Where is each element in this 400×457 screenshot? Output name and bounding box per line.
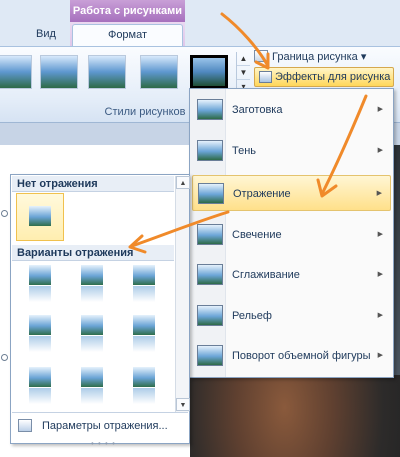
- menu-item-glow[interactable]: Свечение ▶: [192, 217, 391, 253]
- menu-item-label: Заготовка: [232, 104, 283, 116]
- menu-item-shadow[interactable]: Тень ▶: [192, 133, 391, 169]
- menu-item-bevel[interactable]: Рельеф ▶: [192, 298, 391, 334]
- preset-icon: [197, 99, 223, 120]
- chevron-down-icon: ▾: [360, 51, 367, 63]
- picture-border-label: Граница рисунка: [272, 51, 358, 63]
- 3d-rotation-icon: [197, 345, 223, 366]
- reflection-variant-thumb[interactable]: [133, 367, 155, 404]
- reflection-submenu: Нет отражения Варианты отражения ▲ ▼ Пар…: [10, 174, 190, 448]
- no-reflection-option[interactable]: [16, 193, 64, 241]
- picture-style-thumb[interactable]: [0, 55, 32, 89]
- reflection-variant-thumb[interactable]: [29, 367, 51, 404]
- ribbon-tab-bar: [0, 0, 400, 46]
- submenu-arrow-icon: ▶: [377, 312, 383, 319]
- menu-item-soft-edges[interactable]: Сглаживание ▶: [192, 257, 391, 293]
- reflection-variant-thumb[interactable]: [81, 265, 103, 302]
- picture-effects-label: Эффекты для рисунка: [275, 71, 391, 83]
- reflection-options-item[interactable]: Параметры отражения...: [12, 412, 188, 438]
- context-group-picture-tools: Работа с рисунками: [70, 0, 185, 22]
- submenu-arrow-icon: ▶: [377, 352, 383, 359]
- reflection-variant-thumb[interactable]: [81, 367, 103, 404]
- submenu-arrow-icon: ▶: [377, 271, 383, 278]
- section-header-reflection-variants: Варианты отражения: [12, 245, 174, 261]
- tab-view[interactable]: Вид: [36, 24, 56, 44]
- scroll-up-icon[interactable]: ▲: [176, 176, 190, 189]
- soft-edges-icon: [197, 264, 223, 285]
- reflection-variant-thumb[interactable]: [81, 315, 103, 352]
- glow-icon: [197, 224, 223, 245]
- menu-item-label: Поворот объемной фигуры: [232, 350, 371, 362]
- menu-item-label: Сглаживание: [232, 269, 300, 281]
- submenu-scrollbar[interactable]: ▲ ▼: [175, 176, 190, 412]
- menu-item-label: Рельеф: [232, 310, 272, 322]
- submenu-arrow-icon: ▶: [377, 106, 383, 113]
- picture-style-thumb[interactable]: [40, 55, 78, 89]
- menu-item-3d-rotation[interactable]: Поворот объемной фигуры ▶: [192, 338, 391, 374]
- effects-icon: [259, 71, 272, 83]
- reflection-variant-thumb[interactable]: [133, 265, 155, 302]
- picture-effects-menu: Заготовка ▶ Тень ▶ Отражение ▶ Свечение …: [189, 88, 394, 378]
- reflection-icon: [198, 183, 224, 204]
- menu-item-label: Тень: [232, 145, 257, 157]
- gallery-up-icon[interactable]: ▲: [237, 52, 250, 66]
- menu-item-label: Отражение: [233, 188, 291, 200]
- bevel-icon: [197, 305, 223, 326]
- reflection-options-icon: [18, 419, 32, 432]
- reflection-variant-thumb[interactable]: [133, 315, 155, 352]
- scroll-down-icon[interactable]: ▼: [176, 398, 190, 411]
- submenu-arrow-icon: ▶: [376, 190, 382, 197]
- submenu-arrow-icon: ▶: [377, 147, 383, 154]
- menu-item-label: Свечение: [232, 229, 282, 241]
- menu-item-preset[interactable]: Заготовка ▶: [192, 92, 391, 128]
- picture-style-thumb-selected[interactable]: [190, 55, 228, 89]
- picture-border-button[interactable]: Граница рисунка ▾: [254, 48, 366, 66]
- no-reflection-thumb: [29, 206, 51, 226]
- reflection-options-label: Параметры отражения...: [42, 420, 168, 432]
- section-header-no-reflection: Нет отражения: [12, 176, 174, 192]
- reflection-variant-thumb[interactable]: [29, 315, 51, 352]
- reflection-variant-thumb[interactable]: [29, 265, 51, 302]
- shadow-icon: [197, 140, 223, 161]
- resize-handle[interactable]: [1, 354, 8, 361]
- submenu-arrow-icon: ▶: [377, 231, 383, 238]
- tab-format[interactable]: Формат: [72, 24, 183, 47]
- border-icon: [254, 50, 268, 62]
- picture-style-thumb[interactable]: [140, 55, 178, 89]
- menu-item-reflection[interactable]: Отражение ▶: [192, 175, 391, 211]
- gallery-down-icon[interactable]: ▼: [237, 66, 250, 80]
- resize-handle[interactable]: [1, 210, 8, 217]
- picture-style-thumb[interactable]: [88, 55, 126, 89]
- picture-effects-button[interactable]: Эффекты для рисунка ▾: [254, 67, 394, 101]
- resize-grip-icon[interactable]: • • • •: [91, 439, 116, 448]
